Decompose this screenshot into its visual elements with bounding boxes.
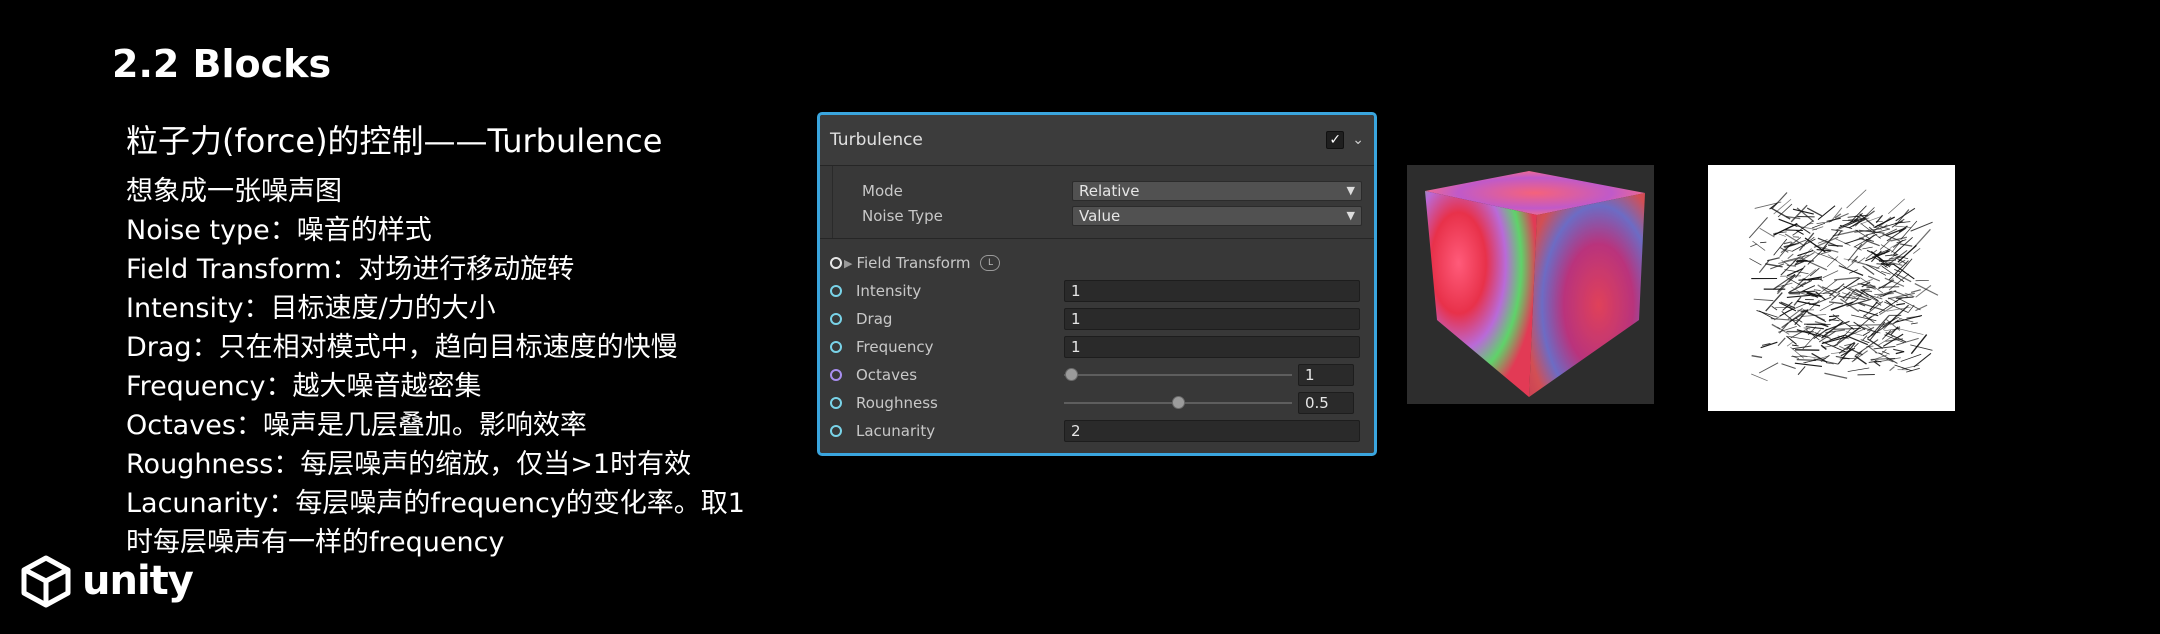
mode-value: Relative	[1079, 181, 1140, 200]
slider-handle[interactable]	[1064, 368, 1078, 381]
octaves-label: Octaves	[856, 366, 918, 384]
input-port-icon[interactable]	[830, 313, 842, 325]
slide-subtitle: 粒子力(force)的控制——Turbulence	[126, 122, 663, 160]
panel-header: Turbulence ✓ ⌄	[820, 115, 1374, 166]
intensity-row: Intensity 1	[820, 277, 1374, 305]
roughness-input[interactable]: 0.5	[1298, 392, 1354, 414]
slide: 2.2 Blocks 粒子力(force)的控制——Turbulence 想象成…	[0, 0, 2160, 634]
bullet-item: Noise type：噪音的样式	[126, 215, 432, 246]
bullet-item: Lacunarity：每层噪声的frequency的变化率。取1	[126, 488, 745, 519]
unity-logo-text: unity	[82, 558, 194, 604]
particle-streak-image	[1708, 165, 1955, 411]
dropdown-arrow-icon: ▼	[1346, 184, 1355, 197]
input-port-icon[interactable]	[830, 341, 842, 353]
slider-handle[interactable]	[1172, 396, 1185, 409]
drag-row: Drag 1	[820, 305, 1374, 333]
frequency-label: Frequency	[856, 338, 934, 356]
bullet-item: 时每层噪声有一样的frequency	[126, 527, 505, 558]
noise-type-value: Value	[1079, 206, 1121, 225]
unity-logo: unity	[18, 553, 194, 609]
bullet-item: Frequency：越大噪音越密集	[126, 371, 482, 402]
octaves-input[interactable]: 1	[1298, 364, 1354, 386]
input-port-icon[interactable]	[830, 425, 842, 437]
drag-label: Drag	[856, 310, 893, 328]
local-space-badge[interactable]: L	[980, 255, 1001, 271]
bullet-item: Intensity：目标速度/力的大小	[126, 293, 496, 324]
frequency-row: Frequency 1	[820, 333, 1374, 361]
turbulence-panel: Turbulence ✓ ⌄ Mode Relative ▼ Noise Typ…	[817, 112, 1377, 456]
chevron-down-icon[interactable]: ⌄	[1352, 132, 1364, 148]
input-port-icon[interactable]	[830, 397, 842, 409]
frequency-input[interactable]: 1	[1064, 336, 1360, 358]
bullet-list: 想象成一张噪声图 Noise type：噪音的样式 Field Transfor…	[126, 172, 766, 562]
lacunarity-label: Lacunarity	[856, 422, 936, 440]
octaves-row: Octaves 1	[820, 361, 1374, 389]
unity-cube-icon	[21, 555, 71, 608]
noise-type-label: Noise Type	[862, 206, 943, 225]
input-port-icon[interactable]	[830, 257, 842, 269]
panel-title: Turbulence	[830, 130, 923, 150]
inputs-section: ▶ Field Transform L Intensity 1 Drag 1 F…	[820, 239, 1374, 445]
intensity-input[interactable]: 1	[1064, 280, 1360, 302]
intensity-label: Intensity	[856, 282, 922, 300]
noise-type-dropdown[interactable]: Value ▼	[1072, 205, 1362, 226]
settings-section: Mode Relative ▼ Noise Type Value ▼	[820, 166, 1374, 239]
bullet-item: 想象成一张噪声图	[126, 176, 342, 207]
field-transform-label: Field Transform	[856, 254, 971, 272]
enabled-checkbox[interactable]: ✓	[1326, 131, 1345, 149]
roughness-label: Roughness	[856, 394, 938, 412]
bullet-item: Roughness：每层噪声的缩放，仅当>1时有效	[126, 449, 692, 480]
input-port-icon[interactable]	[830, 369, 842, 381]
mode-dropdown[interactable]: Relative ▼	[1072, 180, 1362, 201]
bullet-item: Drag：只在相对模式中，趋向目标速度的快慢	[126, 332, 678, 363]
lacunarity-input[interactable]: 2	[1064, 420, 1360, 442]
expand-triangle-icon[interactable]: ▶	[844, 257, 852, 270]
dropdown-arrow-icon: ▼	[1346, 209, 1355, 222]
roughness-slider[interactable]	[1064, 396, 1292, 410]
noise-type-row: Noise Type Value ▼	[820, 203, 1374, 228]
roughness-row: Roughness 0.5	[820, 389, 1374, 417]
field-transform-row: ▶ Field Transform L	[820, 249, 1374, 277]
octaves-slider[interactable]	[1064, 368, 1292, 382]
drag-input[interactable]: 1	[1064, 308, 1360, 330]
bullet-item: Octaves：噪声是几层叠加。影响效率	[126, 410, 587, 441]
mode-label: Mode	[862, 181, 903, 200]
lacunarity-row: Lacunarity 2	[820, 417, 1374, 445]
slide-title: 2.2 Blocks	[112, 42, 332, 86]
mode-row: Mode Relative ▼	[820, 178, 1374, 203]
noise-cube-image	[1407, 165, 1654, 404]
bullet-item: Field Transform：对场进行移动旋转	[126, 254, 575, 285]
input-port-icon[interactable]	[830, 285, 842, 297]
